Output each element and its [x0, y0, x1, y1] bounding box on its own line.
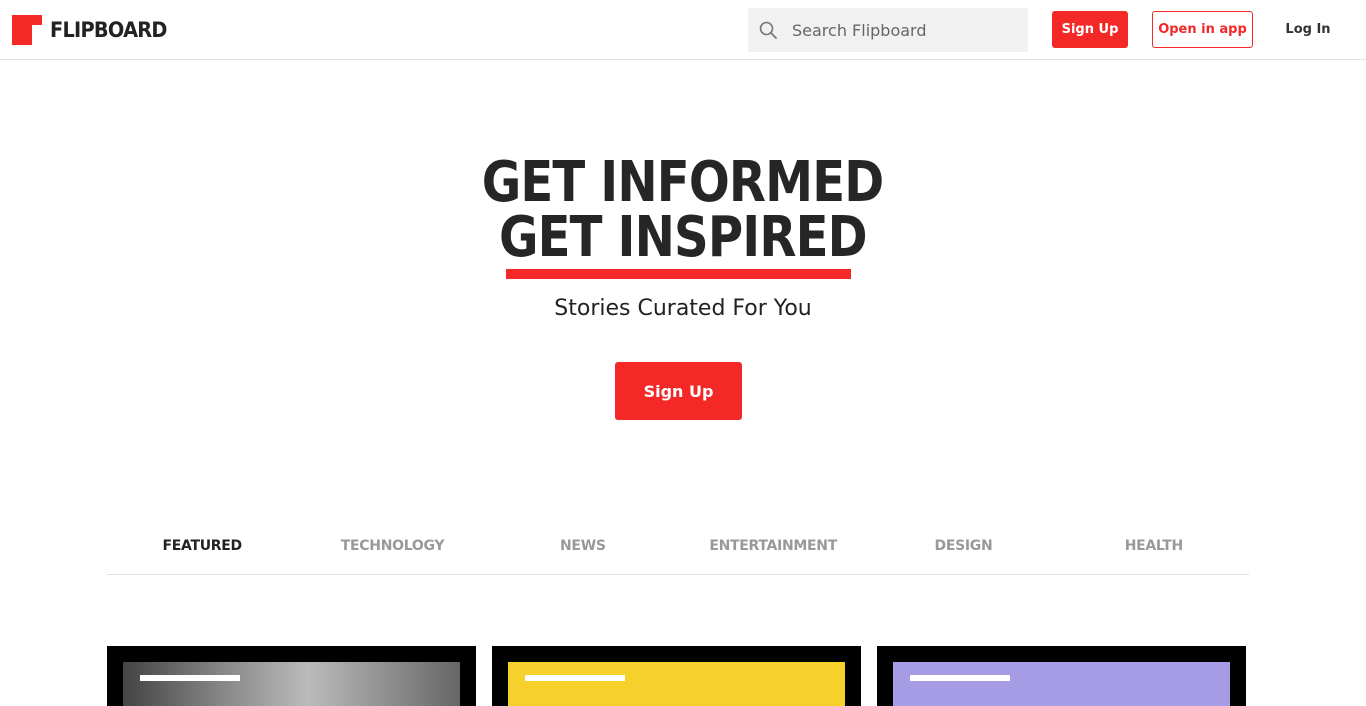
- card-image: [893, 662, 1230, 706]
- hero-subtitle: Stories Curated For You: [554, 296, 812, 321]
- signup-button-header[interactable]: Sign Up: [1052, 11, 1128, 48]
- tab-design[interactable]: DESIGN: [868, 525, 1058, 574]
- search-box[interactable]: [748, 8, 1028, 52]
- hero-headline-line2: GET INSPIRED: [499, 205, 868, 270]
- featured-card[interactable]: [107, 646, 476, 706]
- open-in-app-button[interactable]: Open in app: [1152, 11, 1253, 48]
- card-label: [910, 675, 1010, 681]
- tab-featured[interactable]: FEATURED: [107, 525, 297, 574]
- flipboard-logo-icon: [12, 15, 42, 45]
- hero-headline-line1: GET INFORMED: [482, 150, 885, 215]
- tab-technology[interactable]: TECHNOLOGY: [297, 525, 487, 574]
- card-label: [525, 675, 625, 681]
- tab-health[interactable]: HEALTH: [1059, 525, 1249, 574]
- top-header: FLIPBOARD Sign Up Open in app Log In: [0, 0, 1366, 60]
- featured-card[interactable]: [877, 646, 1246, 706]
- card-image: [123, 662, 460, 706]
- search-icon: [759, 21, 777, 39]
- signup-button-hero[interactable]: Sign Up: [615, 362, 742, 420]
- card-image: [508, 662, 845, 706]
- logo-text: FLIPBOARD: [50, 18, 167, 42]
- category-tabs: FEATURED TECHNOLOGY NEWS ENTERTAINMENT D…: [107, 525, 1249, 575]
- featured-card[interactable]: [492, 646, 861, 706]
- tab-entertainment[interactable]: ENTERTAINMENT: [678, 525, 868, 574]
- flipboard-logo[interactable]: FLIPBOARD: [12, 15, 177, 45]
- search-input[interactable]: [790, 19, 1014, 41]
- card-label: [140, 675, 240, 681]
- tab-news[interactable]: NEWS: [488, 525, 678, 574]
- login-link[interactable]: Log In: [1280, 11, 1336, 48]
- headline-underline: [506, 269, 851, 279]
